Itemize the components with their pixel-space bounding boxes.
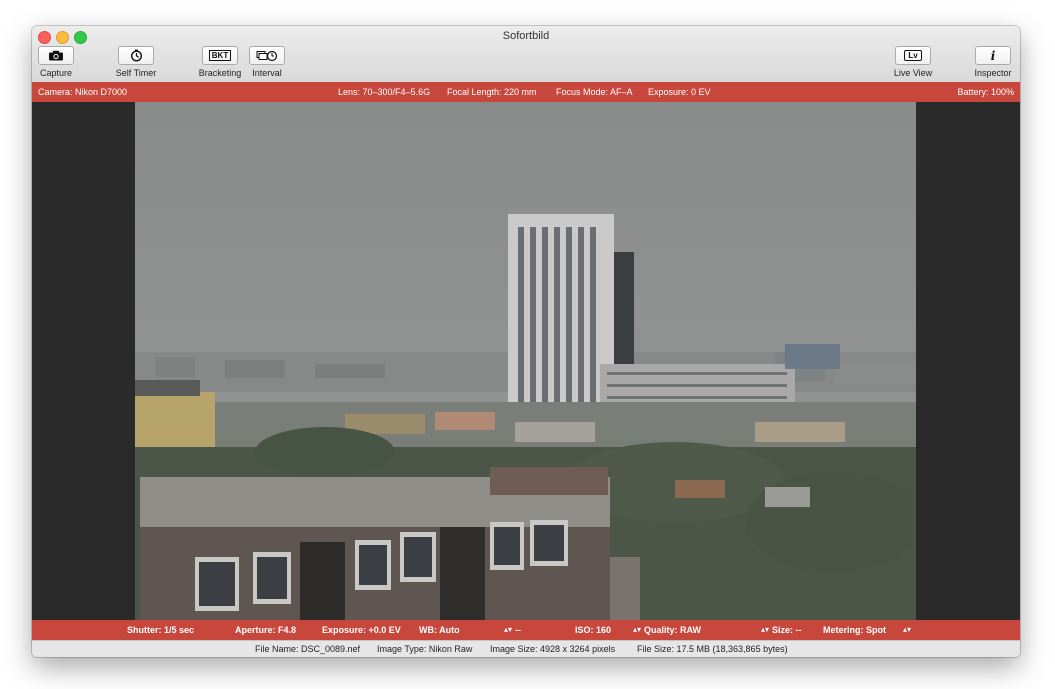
iso-stepper-icon[interactable]: ▴▾ [633, 625, 641, 634]
app-window: Sofortbild Capture Self Timer BKT Bracke… [32, 26, 1020, 657]
size-setting[interactable]: Size: -- [772, 625, 802, 635]
focus-mode: Focus Mode: AF–A [556, 87, 633, 97]
inspector-button[interactable]: i [975, 46, 1011, 65]
timer-icon [130, 49, 142, 62]
exposure-info: Exposure: 0 EV [648, 87, 711, 97]
bracketing-icon: BKT [208, 50, 232, 61]
image-viewer [32, 102, 1020, 620]
cityscape-photo [135, 102, 916, 620]
interval-icon [256, 50, 278, 61]
self-timer-button[interactable] [118, 46, 154, 65]
quality-setting[interactable]: Quality: RAW [644, 625, 701, 635]
title-bar: Sofortbild Capture Self Timer BKT Bracke… [32, 26, 1020, 83]
aperture-setting[interactable]: Aperture: F4.8 [235, 625, 296, 635]
capture-settings-bar: Shutter: 1/5 sec Aperture: F4.8 Exposure… [32, 620, 1020, 640]
battery-level: Battery: 100% [957, 87, 1014, 97]
image-size: Image Size: 4928 x 3264 pixels [490, 644, 616, 654]
image-type: Image Type: Nikon Raw [377, 644, 473, 654]
live-view-button[interactable]: Lv [895, 46, 931, 65]
focal-length: Focal Length: 220 mm [447, 87, 537, 97]
live-view-icon: Lv [904, 50, 922, 61]
wb-stepper-icon[interactable]: ▴▾ [504, 625, 512, 634]
wb-detail: -- [515, 625, 521, 635]
camera-model: Camera: Nikon D7000 [38, 87, 128, 97]
live-view-label: Live View [893, 68, 933, 78]
interval-button[interactable] [249, 46, 285, 65]
info-icon: i [990, 48, 996, 63]
metering-stepper-icon[interactable]: ▴▾ [903, 625, 911, 634]
capture-label: Capture [39, 68, 73, 78]
live-view-tool[interactable]: Lv Live View [878, 46, 948, 78]
inspector-label: Inspector [974, 68, 1012, 78]
capture-button[interactable] [38, 46, 74, 65]
capture-tool[interactable]: Capture [32, 46, 91, 78]
self-timer-label: Self Timer [115, 68, 157, 78]
file-size: File Size: 17.5 MB (18,363,865 bytes) [637, 644, 788, 654]
window-title: Sofortbild [502, 30, 550, 42]
metering-setting[interactable]: Metering: Spot [823, 625, 886, 635]
lens-info: Lens: 70–300/F4–5.6G [338, 87, 431, 97]
self-timer-tool[interactable]: Self Timer [101, 46, 171, 78]
iso-setting[interactable]: ISO: 160 [575, 625, 611, 635]
file-name: File Name: DSC_0089.nef [255, 644, 361, 654]
camera-icon [49, 50, 63, 61]
file-status-bar: File Name: DSC_0089.nef Image Type: Niko… [32, 640, 1020, 657]
wb-setting[interactable]: WB: Auto [419, 625, 460, 635]
interval-label: Interval [252, 68, 282, 78]
quality-stepper-icon[interactable]: ▴▾ [761, 625, 769, 634]
exposure-setting[interactable]: Exposure: +0.0 EV [322, 625, 401, 635]
interval-tool[interactable]: Interval [232, 46, 302, 78]
inspector-tool[interactable]: i Inspector [958, 46, 1020, 78]
shutter-setting[interactable]: Shutter: 1/5 sec [127, 625, 194, 635]
photo-preview[interactable] [135, 102, 916, 620]
camera-info-bar: Camera: Nikon D7000 Lens: 70–300/F4–5.6G… [32, 82, 1020, 102]
